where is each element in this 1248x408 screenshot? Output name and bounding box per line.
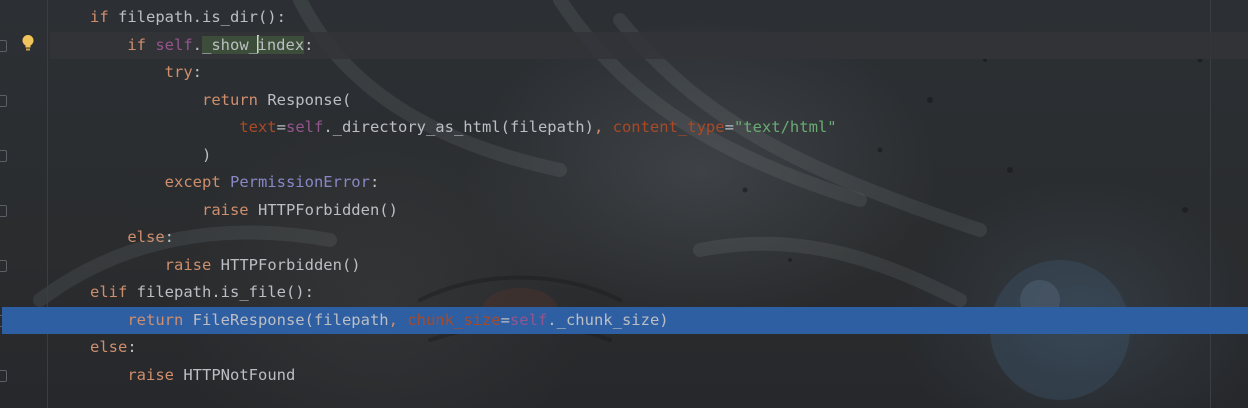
code-line[interactable]: elif filepath.is_file(): (50, 279, 1248, 307)
code-area[interactable]: if filepath.is_dir(): if self._show_inde… (2, 4, 1248, 390)
code-token: FileResponse(filepath (192, 310, 389, 329)
code-token: HTTPNotFound (183, 365, 296, 384)
code-token: "text/html" (733, 118, 837, 136)
code-token: filepath.is_dir(): (118, 8, 286, 26)
fold-marker[interactable] (0, 205, 7, 217)
code-token: self (509, 310, 548, 329)
code-token: : (127, 338, 137, 356)
code-token: : (192, 63, 202, 81)
fold-marker[interactable] (0, 40, 7, 52)
code-line[interactable]: raise HTTPForbidden() (50, 252, 1248, 280)
code-line[interactable]: try: (50, 59, 1248, 87)
code-line[interactable]: if filepath.is_dir(): (50, 4, 1248, 32)
lightbulb-icon[interactable] (21, 34, 35, 52)
fold-marker[interactable] (0, 370, 7, 382)
code-token: = (276, 118, 286, 136)
code-line[interactable]: raise HTTPForbidden() (50, 197, 1248, 225)
fold-marker[interactable] (0, 95, 7, 107)
code-line[interactable]: return Response( (50, 87, 1248, 115)
code-token: HTTPForbidden() (257, 200, 398, 219)
code-token: self (285, 118, 324, 136)
code-line[interactable]: raise HTTPNotFound (50, 362, 1248, 390)
code-token: index (257, 35, 305, 54)
code-token: elif (90, 283, 137, 301)
gutter-divider (47, 0, 48, 408)
code-token: return (127, 310, 193, 329)
code-token: = (724, 118, 734, 136)
editor-gutter[interactable] (0, 0, 48, 408)
code-token: ._chunk_size) (547, 310, 669, 329)
code-token: _show_ (202, 35, 258, 54)
code-token: PermissionError (229, 173, 370, 191)
code-line[interactable]: if self._show_index: (50, 31, 1248, 59)
fold-marker[interactable] (0, 150, 7, 162)
code-token: content_type (612, 118, 725, 136)
code-token: ) (201, 145, 212, 164)
code-token: raise (164, 255, 221, 274)
fold-marker[interactable] (0, 260, 7, 272)
code-token: raise (127, 365, 184, 384)
code-token: if (90, 8, 118, 26)
code-token: = (500, 310, 510, 329)
code-line[interactable]: except PermissionError: (50, 169, 1248, 197)
code-line[interactable]: else: (50, 224, 1248, 252)
code-editor[interactable]: if filepath.is_dir(): if self._show_inde… (0, 0, 1248, 408)
code-token: , (388, 310, 408, 329)
code-token: . (192, 35, 202, 54)
code-token: chunk_size (407, 310, 501, 329)
code-token: if (127, 35, 156, 54)
code-line[interactable]: text=self._directory_as_html(filepath), … (50, 114, 1248, 142)
code-token: ._directory_as_html(filepath) (323, 118, 594, 136)
code-token: self (155, 35, 193, 54)
code-token: : (369, 173, 380, 191)
code-token: try (164, 63, 193, 81)
code-token: text (239, 118, 277, 136)
code-token: except (164, 173, 230, 191)
code-line[interactable]: ) (50, 142, 1248, 170)
code-token: filepath.is_file(): (136, 283, 314, 301)
code-token: , (593, 118, 613, 136)
code-token: else (90, 338, 128, 356)
code-token: else (127, 228, 165, 246)
code-token: return (201, 90, 268, 109)
code-token: : (164, 228, 174, 246)
code-token: Response( (267, 90, 352, 109)
code-line[interactable]: return FileResponse(filepath, chunk_size… (2, 306, 1248, 334)
code-token: raise (201, 200, 258, 219)
code-token: HTTPForbidden() (220, 255, 361, 274)
code-line[interactable]: else: (50, 334, 1248, 362)
code-token: : (304, 35, 314, 54)
